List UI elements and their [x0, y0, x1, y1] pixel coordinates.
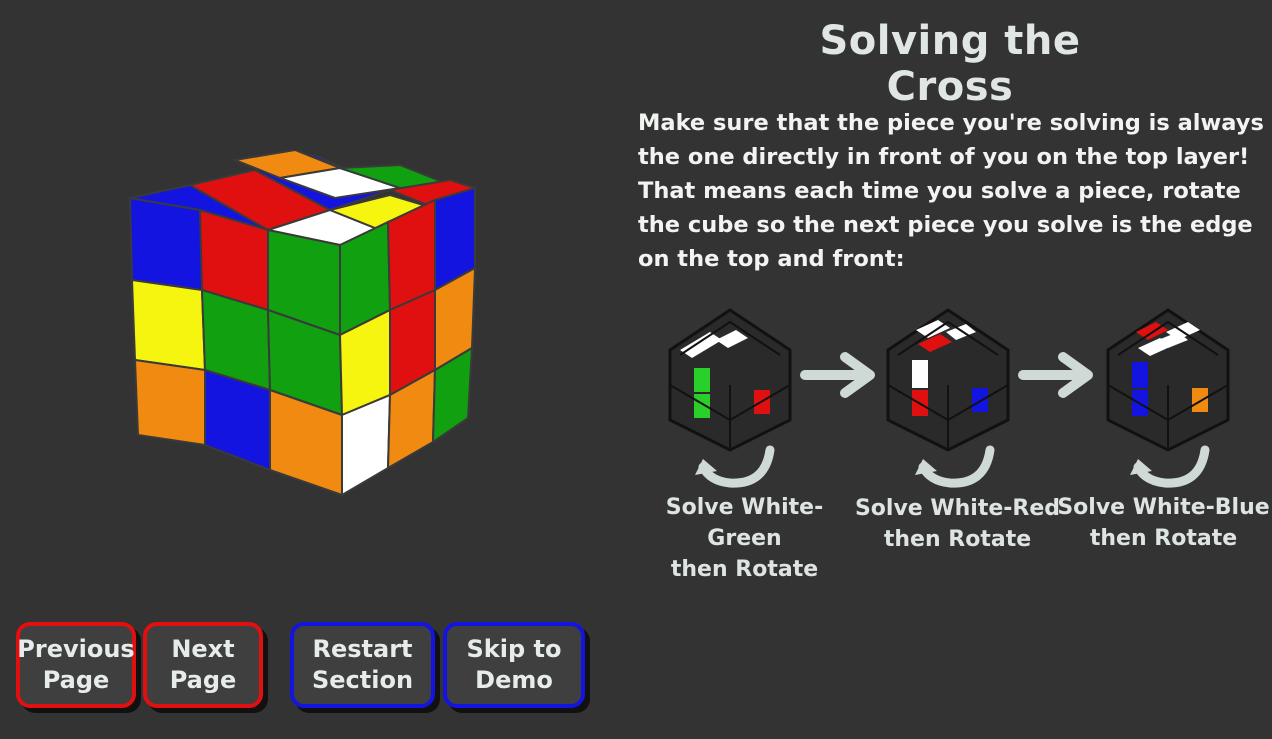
next-page-button[interactable]: Next Page — [143, 622, 263, 708]
page-title: Solving the Cross — [819, 18, 1081, 110]
next-page-label: Next Page — [169, 635, 237, 694]
arrow-right-icon-1 — [800, 352, 875, 398]
step-cube-2 — [886, 308, 1010, 452]
step-caption-1: Solve White-Green then Rotate — [665, 495, 824, 582]
step-caption-2: Solve White-Red then Rotate — [854, 496, 1061, 552]
rubiks-cube-3d[interactable] — [120, 150, 490, 500]
skip-to-demo-button[interactable]: Skip to Demo — [443, 622, 585, 708]
skip-to-demo-label: Skip to Demo — [466, 635, 562, 694]
restart-section-label: Restart Section — [311, 635, 414, 694]
rotate-icon-1 — [695, 445, 775, 488]
instructions-text: Make sure that the piece you're solving … — [638, 110, 1264, 272]
rotate-icon-3 — [1130, 445, 1210, 488]
step-caption-3: Solve White-Blue then Rotate — [1057, 495, 1270, 551]
previous-page-label: Previous Page — [17, 635, 135, 694]
step-cube-1 — [668, 308, 792, 452]
step-cube-3 — [1106, 308, 1230, 452]
arrow-right-icon-2 — [1018, 352, 1093, 398]
rotate-icon-2 — [915, 445, 995, 488]
restart-section-button[interactable]: Restart Section — [290, 622, 435, 708]
previous-page-button[interactable]: Previous Page — [16, 622, 136, 708]
